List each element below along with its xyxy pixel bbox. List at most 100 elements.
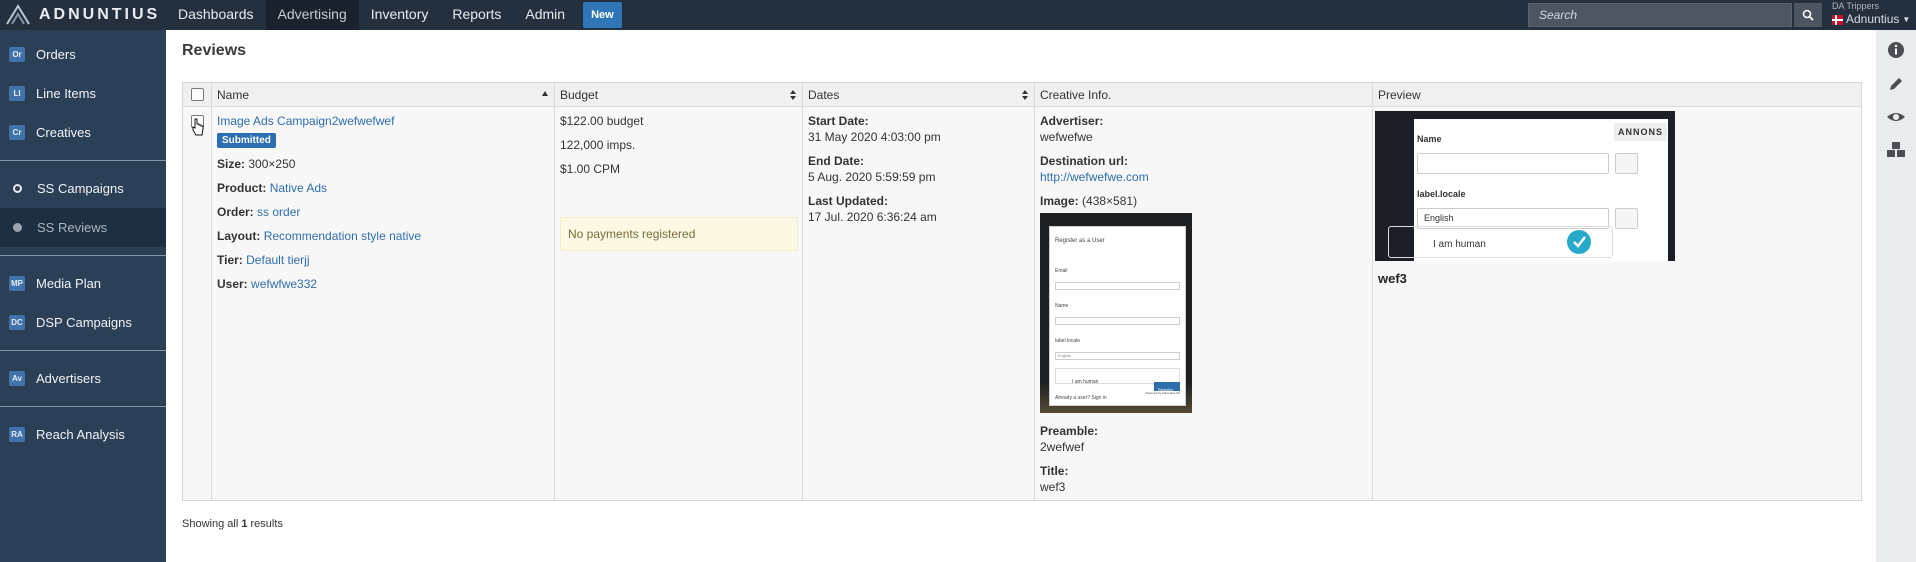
- nav-admin[interactable]: Admin: [513, 0, 577, 30]
- thumbnail-form: Register as a User Email Name label.loca…: [1049, 226, 1186, 406]
- nav-inventory[interactable]: Inventory: [359, 0, 441, 30]
- name-column: Name Image Ads Campaign2wefwefwef Submit…: [212, 83, 555, 500]
- sort-icon: [1022, 90, 1028, 100]
- sidebar-item-advertisers[interactable]: Av Advertisers: [0, 359, 166, 398]
- user-link[interactable]: wefwfwe332: [251, 277, 317, 291]
- last-updated-label: Last Updated:: [808, 194, 889, 208]
- nav-reports[interactable]: Reports: [440, 0, 513, 30]
- dates-header[interactable]: Dates: [803, 83, 1034, 107]
- order-label: Order:: [217, 205, 254, 219]
- end-date-label: End Date:: [808, 154, 865, 168]
- preview-name-button: [1615, 153, 1638, 174]
- sidebar-item-creatives[interactable]: Cr Creatives: [0, 113, 166, 152]
- image-dimensions: (438×581): [1082, 194, 1138, 208]
- network-label: DA Trippers: [1832, 1, 1880, 11]
- sidebar-item-label: SS Campaigns: [37, 181, 124, 196]
- brand-name: ADNUNTIUS: [39, 6, 161, 23]
- creative-image-thumbnail[interactable]: Register as a User Email Name label.loca…: [1040, 213, 1192, 413]
- last-updated-value: 17 Jul. 2020 6:36:24 am: [808, 210, 937, 224]
- cubes-icon[interactable]: [1885, 141, 1907, 159]
- brand-logo[interactable]: ADNUNTIUS: [0, 0, 166, 30]
- start-date-value: 31 May 2020 4:03:00 pm: [808, 130, 941, 144]
- info-icon[interactable]: [1887, 41, 1905, 59]
- select-all-checkbox[interactable]: [191, 88, 204, 101]
- search-icon: [1802, 9, 1814, 21]
- search-button[interactable]: [1794, 3, 1822, 27]
- new-button[interactable]: New: [583, 2, 622, 28]
- size-label: Size:: [217, 157, 246, 171]
- line-items-icon: LI: [9, 86, 25, 101]
- order-link[interactable]: ss order: [257, 205, 300, 219]
- checkbox-column: [183, 83, 212, 500]
- hand-cursor-icon: [192, 118, 204, 136]
- nav-dashboards[interactable]: Dashboards: [166, 0, 266, 30]
- pencil-icon[interactable]: [1887, 75, 1905, 93]
- creatives-icon: Cr: [9, 125, 25, 140]
- ad-preview[interactable]: Name label.locale English ANNONS I am hu…: [1375, 111, 1675, 261]
- layout-link[interactable]: Recommendation style native: [264, 229, 421, 243]
- thumbnail-locale-value: English: [1055, 352, 1180, 360]
- sidebar-item-label: Advertisers: [36, 371, 102, 386]
- sidebar-divider: [0, 406, 166, 407]
- tier-link[interactable]: Default tierjj: [246, 253, 309, 267]
- start-date-label: Start Date:: [808, 114, 869, 128]
- advertiser-label: Advertiser:: [1040, 114, 1104, 128]
- sidebar-item-label: Line Items: [36, 86, 96, 101]
- circle-filled-icon: [13, 223, 22, 232]
- sidebar-item-orders[interactable]: Or Orders: [0, 35, 166, 74]
- thumbnail-email-label: Email: [1055, 268, 1068, 274]
- campaign-name-link[interactable]: Image Ads Campaign2wefwefwef: [217, 114, 394, 128]
- main-nav: Dashboards Advertising Inventory Reports…: [166, 0, 622, 30]
- thumbnail-name-label: Name: [1055, 303, 1069, 309]
- budget-value: $122.00 budget: [560, 114, 644, 128]
- cpm-value: $1.00 CPM: [560, 162, 621, 176]
- sidebar: Or Orders LI Line Items Cr Creatives SS …: [0, 30, 166, 562]
- budget-header[interactable]: Budget: [555, 83, 802, 107]
- payments-notice: No payments registered: [560, 217, 798, 251]
- name-header[interactable]: Name: [212, 83, 554, 107]
- annons-label: ANNONS: [1613, 123, 1667, 141]
- sidebar-item-ss-reviews[interactable]: SS Reviews: [0, 208, 166, 247]
- sidebar-item-ss-campaigns[interactable]: SS Campaigns: [0, 169, 166, 208]
- product-label: Product:: [217, 181, 267, 195]
- uk-flag-icon: [1832, 14, 1843, 25]
- right-rail: [1876, 30, 1916, 562]
- captcha-logo-icon: [1567, 230, 1591, 254]
- preview-header: Preview: [1373, 83, 1861, 107]
- dates-header-label: Dates: [808, 88, 840, 102]
- creative-info-header: Creative Info.: [1035, 83, 1372, 107]
- preview-header-label: Preview: [1378, 88, 1421, 102]
- media-plan-icon: MP: [9, 276, 25, 291]
- size-value: 300×250: [248, 157, 296, 171]
- destination-url-link[interactable]: http://wefwefwe.com: [1040, 170, 1149, 184]
- results-count: Showing all 1 results: [182, 518, 283, 530]
- circle-icon: [13, 184, 22, 193]
- sidebar-item-label: SS Reviews: [37, 220, 108, 235]
- sidebar-item-line-items[interactable]: LI Line Items: [0, 74, 166, 113]
- sidebar-item-dsp-campaigns[interactable]: DC DSP Campaigns: [0, 303, 166, 342]
- layout-label: Layout:: [217, 229, 261, 243]
- nav-advertising[interactable]: Advertising: [265, 0, 359, 30]
- advertiser-value: wefwefwe: [1040, 130, 1093, 144]
- budget-header-label: Budget: [560, 88, 599, 102]
- budget-column: Budget $122.00 budget 122,000 imps. $1.0…: [555, 83, 803, 500]
- network-switcher[interactable]: DA Trippers Adnuntius ▼: [1832, 0, 1910, 30]
- captcha-box: I am human: [1388, 226, 1613, 258]
- sidebar-item-label: Creatives: [36, 125, 91, 140]
- search-input[interactable]: Search: [1528, 3, 1792, 27]
- product-link[interactable]: Native Ads: [270, 181, 327, 195]
- dsp-campaigns-icon: DC: [9, 315, 25, 330]
- sidebar-item-reach-analysis[interactable]: RA Reach Analysis: [0, 415, 166, 454]
- sidebar-divider: [0, 160, 166, 161]
- title-label: Title:: [1040, 464, 1069, 478]
- thumbnail-powered-text: Powered by Adnuntius AS: [1145, 391, 1180, 395]
- sort-ascending-icon: [542, 91, 548, 96]
- status-badge: Submitted: [217, 133, 276, 148]
- sidebar-item-label: Media Plan: [36, 276, 102, 291]
- eye-icon[interactable]: [1886, 109, 1906, 125]
- sidebar-item-media-plan[interactable]: MP Media Plan: [0, 264, 166, 303]
- reach-analysis-icon: RA: [9, 427, 25, 442]
- sidebar-item-label: Orders: [36, 47, 76, 62]
- caret-down-icon: ▼: [1902, 15, 1911, 24]
- adnuntius-logo-icon: [6, 4, 30, 25]
